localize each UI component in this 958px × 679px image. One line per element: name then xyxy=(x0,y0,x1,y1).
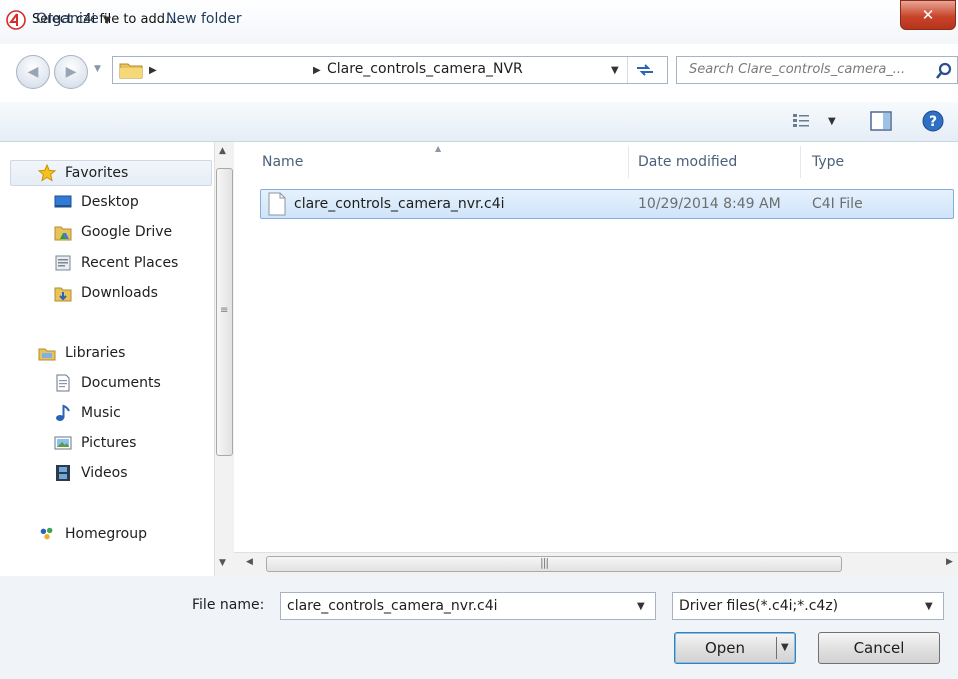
sidebar-item-label: Videos xyxy=(81,465,128,481)
forward-button[interactable]: ▶ xyxy=(54,55,88,89)
close-button[interactable]: ✕ xyxy=(900,0,956,30)
pictures-icon xyxy=(54,434,72,452)
sidebar-item-favorites[interactable]: Favorites xyxy=(38,161,128,185)
organize-button[interactable]: Organize ▼ xyxy=(36,11,111,27)
sidebar-item-music[interactable]: Music xyxy=(54,401,121,425)
file-name-combobox[interactable]: clare_controls_camera_nvr.c4i ▼ xyxy=(280,592,656,620)
sidebar-item-videos[interactable]: Videos xyxy=(54,461,128,485)
sidebar-item-google-drive[interactable]: Google Drive xyxy=(54,220,172,244)
horizontal-scroll-thumb[interactable] xyxy=(266,556,842,572)
breadcrumb-separator-icon: ▶ xyxy=(313,65,321,76)
date-modified-cell: 10/29/2014 8:49 AM xyxy=(638,196,781,212)
scroll-right-arrow-icon[interactable]: ▶ xyxy=(946,557,953,567)
column-header-date-modified[interactable]: Date modified xyxy=(638,142,737,194)
column-divider[interactable] xyxy=(800,146,801,178)
sidebar-item-libraries[interactable]: Libraries xyxy=(38,341,125,365)
libraries-icon xyxy=(38,344,56,362)
documents-icon xyxy=(54,374,72,392)
file-dialog: Select c4i file to add... ✕ ◀ ▶ ▼ ▶ ▶ Cl… xyxy=(0,0,958,679)
address-divider xyxy=(627,57,628,83)
sidebar-item-label: Recent Places xyxy=(81,255,179,271)
search-icon[interactable] xyxy=(935,62,953,80)
sidebar-item-homegroup[interactable]: Homegroup xyxy=(38,522,147,546)
file-name-input[interactable]: clare_controls_camera_nvr.c4i xyxy=(287,598,498,614)
sidebar-item-desktop[interactable]: Desktop xyxy=(54,190,139,214)
file-name-dropdown-icon[interactable]: ▼ xyxy=(637,601,645,612)
open-button-divider xyxy=(776,637,777,659)
sidebar-item-label: Documents xyxy=(81,375,161,391)
close-icon: ✕ xyxy=(921,6,935,24)
app-logo-icon xyxy=(6,10,26,30)
sidebar-item-pictures[interactable]: Pictures xyxy=(54,431,136,455)
sidebar-item-label: Music xyxy=(81,405,121,421)
sidebar-item-downloads[interactable]: Downloads xyxy=(54,281,158,305)
address-bar[interactable]: ▶ ▶ Clare_controls_camera_NVR ▼ xyxy=(112,56,668,84)
file-type-value: Driver files(*.c4i;*.c4z) xyxy=(679,598,839,614)
sidebar-item-documents[interactable]: Documents xyxy=(54,371,161,395)
sidebar-item-label: Favorites xyxy=(65,165,129,181)
recent-places-icon xyxy=(54,254,72,272)
refresh-icon[interactable] xyxy=(635,62,655,78)
sidebar-item-label: Libraries xyxy=(65,345,126,361)
star-icon xyxy=(38,164,56,182)
forward-arrow-icon: ▶ xyxy=(65,64,77,80)
file-type-select[interactable]: Driver files(*.c4i;*.c4z) ▼ xyxy=(672,592,944,620)
organize-label: Organize xyxy=(36,11,99,27)
open-button-label: Open xyxy=(704,639,746,657)
breadcrumb-current-folder[interactable]: Clare_controls_camera_NVR xyxy=(327,61,523,77)
search-input[interactable]: Search Clare_controls_camera_... xyxy=(689,62,905,77)
sort-ascending-icon: ▲ xyxy=(435,144,442,153)
sidebar-item-label: Pictures xyxy=(81,435,137,451)
scroll-down-arrow-icon[interactable]: ▼ xyxy=(219,558,226,568)
scroll-up-arrow-icon[interactable]: ▲ xyxy=(219,146,226,156)
file-icon xyxy=(268,192,286,216)
svg-text:?: ? xyxy=(929,114,937,130)
sidebar-item-label: Downloads xyxy=(81,285,158,301)
cancel-button[interactable]: Cancel xyxy=(818,632,940,664)
search-box[interactable]: Search Clare_controls_camera_... xyxy=(676,56,958,84)
preview-pane-icon[interactable] xyxy=(870,111,892,131)
open-options-chevron-icon[interactable]: ▼ xyxy=(781,642,789,653)
sidebar-item-recent-places[interactable]: Recent Places xyxy=(54,251,178,275)
file-name-label: File name: xyxy=(192,597,265,613)
google-drive-folder-icon xyxy=(54,223,72,241)
open-button[interactable]: Open ▼ xyxy=(674,632,796,664)
view-options-chevron-icon[interactable]: ▼ xyxy=(828,116,836,127)
column-divider[interactable] xyxy=(628,146,629,178)
help-icon[interactable]: ? xyxy=(922,110,944,132)
desktop-icon xyxy=(54,193,72,211)
breadcrumb-separator-icon: ▶ xyxy=(149,65,157,76)
folder-icon xyxy=(119,63,143,79)
sidebar-item-label: Desktop xyxy=(81,194,139,210)
new-folder-button[interactable]: New folder xyxy=(166,11,242,27)
type-cell: C4I File xyxy=(812,196,863,212)
downloads-folder-icon xyxy=(54,284,72,302)
sidebar-item-label: Google Drive xyxy=(81,224,173,240)
change-view-icon[interactable] xyxy=(792,112,812,130)
recent-locations-chevron-icon[interactable]: ▼ xyxy=(94,64,101,74)
sidebar-item-label: Homegroup xyxy=(65,526,148,542)
address-dropdown-icon[interactable]: ▼ xyxy=(611,65,619,76)
file-name-cell: clare_controls_camera_nvr.c4i xyxy=(294,196,505,212)
column-header-name[interactable]: Name xyxy=(262,142,303,194)
back-arrow-icon: ◀ xyxy=(27,64,39,80)
scroll-grip-icon: ≡ xyxy=(220,305,229,316)
music-note-icon xyxy=(54,404,72,422)
file-type-dropdown-icon[interactable]: ▼ xyxy=(925,601,933,612)
back-button[interactable]: ◀ xyxy=(16,55,50,89)
videos-film-icon xyxy=(54,464,72,482)
scroll-grip-icon: ||| xyxy=(540,556,549,569)
command-toolbar xyxy=(0,102,958,142)
scroll-left-arrow-icon[interactable]: ◀ xyxy=(246,557,253,567)
column-header-type[interactable]: Type xyxy=(812,142,844,194)
homegroup-icon xyxy=(38,525,56,543)
chevron-down-icon: ▼ xyxy=(103,15,111,26)
